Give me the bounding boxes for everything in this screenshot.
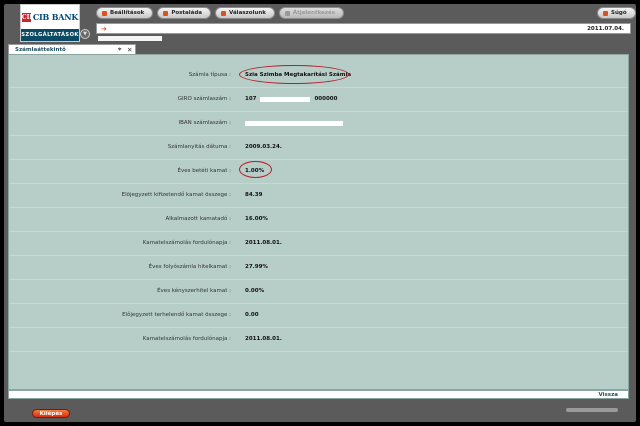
panel-footer: Vissza bbox=[8, 390, 629, 399]
detail-row: Előjegyzett terhelendő kamat összege : 0… bbox=[9, 303, 628, 328]
giro-suffix: 000000 bbox=[314, 96, 338, 102]
detail-value bbox=[245, 120, 343, 126]
tab-label: Számlaáttekintő bbox=[15, 47, 66, 53]
detail-value: 2009.03.24. bbox=[245, 144, 282, 150]
logo-top: CIB CIB BANK bbox=[21, 5, 79, 29]
redacted-title bbox=[98, 36, 162, 41]
detail-label: Éves folyószámla hitelkamat : bbox=[148, 264, 231, 270]
switch-icon bbox=[284, 10, 290, 16]
detail-label: Számla típusa : bbox=[188, 72, 231, 78]
detail-row: Alkalmazott kamatadó : 16.00% bbox=[9, 207, 628, 232]
back-button[interactable]: Vissza bbox=[598, 391, 618, 399]
detail-row: Éves kényszerhitel kamat : 0.00% bbox=[9, 279, 628, 304]
redacted-iban bbox=[245, 120, 343, 126]
nav-settings-button[interactable]: Beállítások bbox=[96, 7, 154, 19]
detail-label: Előjegyzett terhelendő kamat összege : bbox=[122, 312, 231, 318]
detail-label: Kamatelszámolás fordulónapja : bbox=[142, 240, 231, 246]
detail-row: Éves betéti kamat : 1.00% bbox=[9, 159, 628, 184]
detail-value: 27.99% bbox=[245, 264, 268, 270]
detail-row: Számlanyitás dátuma : 2009.03.24. bbox=[9, 135, 628, 160]
nav-label: Beállítások bbox=[110, 10, 145, 16]
help-label: Súgó bbox=[611, 10, 627, 16]
settings-icon bbox=[102, 10, 107, 16]
detail-row: Elõjegyzett kifizetendő kamat összege : … bbox=[9, 183, 628, 208]
logout-button[interactable]: Kilépés bbox=[32, 409, 70, 418]
nav-switch-button[interactable]: Átjelentkezés bbox=[278, 7, 345, 19]
highlight-circle bbox=[239, 65, 349, 84]
detail-label: IBAN számlaszám : bbox=[178, 120, 231, 126]
detail-value: 16.00% bbox=[245, 216, 268, 222]
top-nav: Beállítások Postaláda Válaszolunk Átjele… bbox=[96, 7, 345, 19]
answers-icon bbox=[221, 10, 227, 16]
detail-value: 2011.08.01. bbox=[245, 240, 282, 246]
detail-row: Számla típusa : Szia Szimba Megtakarítás… bbox=[9, 63, 628, 88]
detail-row: IBAN számlaszám : bbox=[9, 111, 628, 136]
tab-account-overview[interactable]: Számlaáttekintő ⌖ ✕ bbox=[8, 44, 136, 54]
detail-label: Elõjegyzett kifizetendő kamat összege : bbox=[121, 192, 231, 198]
current-date: 2011.07.04. bbox=[587, 26, 624, 32]
nav-label: Válaszolunk bbox=[229, 10, 266, 16]
detail-row: Kamatelszámolás fordulónapja : 2011.08.0… bbox=[9, 327, 628, 352]
logo-services-strip: SZOLGÁLTATÁSOK bbox=[21, 29, 79, 41]
detail-row: GIRO számlaszám : 107 000000 bbox=[9, 87, 628, 112]
help-button[interactable]: Súgó bbox=[597, 7, 636, 19]
highlight-circle bbox=[239, 161, 272, 178]
help-icon bbox=[603, 10, 608, 16]
detail-label: Éves betéti kamat : bbox=[177, 168, 231, 174]
detail-value: Szia Szimba Megtakarítási Számla bbox=[239, 65, 351, 84]
cib-bank-logo[interactable]: CIB CIB BANK SZOLGÁLTATÁSOK bbox=[20, 4, 80, 42]
chevron-down-icon[interactable]: ▼ bbox=[80, 29, 90, 39]
detail-value: 0.00% bbox=[245, 288, 265, 294]
detail-label: Kamatelszámolás fordulónapja : bbox=[142, 336, 231, 342]
detail-label: Alkalmazott kamatadó : bbox=[165, 216, 232, 222]
giro-prefix: 107 bbox=[245, 96, 257, 102]
nav-label: Átjelentkezés bbox=[292, 10, 336, 16]
detail-row: Éves folyószámla hitelkamat : 27.99% bbox=[9, 255, 628, 280]
detail-label: Éves kényszerhitel kamat : bbox=[157, 288, 231, 294]
detail-value: 84.39 bbox=[245, 192, 263, 198]
detail-value: 2011.08.01. bbox=[245, 336, 282, 342]
detail-value: 107 000000 bbox=[245, 96, 337, 102]
nav-label: Postaláda bbox=[171, 10, 203, 16]
detail-value: 1.00% bbox=[239, 161, 272, 178]
account-details-panel: Számla típusa : Szia Szimba Megtakarítás… bbox=[8, 54, 629, 390]
logo-brand-text: CIB BANK bbox=[32, 12, 79, 22]
arrow-right-icon: ➔ bbox=[101, 25, 107, 33]
cib-mark-icon: CIB bbox=[21, 12, 35, 22]
horizontal-scrollbar[interactable] bbox=[566, 408, 618, 412]
detail-value: 0.00 bbox=[245, 312, 259, 318]
status-bar: ➔ 2011.07.04. bbox=[96, 23, 631, 34]
redacted-digits bbox=[260, 96, 311, 102]
detail-label: Számlanyitás dátuma : bbox=[167, 144, 231, 150]
nav-answers-button[interactable]: Válaszolunk bbox=[215, 7, 275, 19]
detail-row: Kamatelszámolás fordulónapja : 2011.08.0… bbox=[9, 231, 628, 256]
nav-mailbox-button[interactable]: Postaláda bbox=[157, 7, 212, 19]
mailbox-icon bbox=[163, 10, 169, 16]
detail-label: GIRO számlaszám : bbox=[177, 96, 231, 102]
